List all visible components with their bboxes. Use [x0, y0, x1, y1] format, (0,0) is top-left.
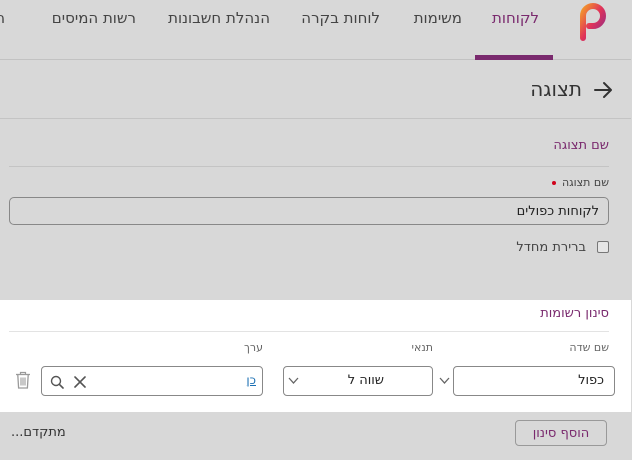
close-icon[interactable]: [75, 376, 87, 388]
advanced-link[interactable]: מתקדם...: [12, 425, 67, 440]
condition-select[interactable]: שווה ל: [284, 366, 434, 396]
chevron-down-icon: [440, 377, 451, 384]
view-name-label: שם תצוגה: [552, 176, 610, 189]
add-filter-button[interactable]: הוסף סינון: [516, 420, 608, 446]
nav-item-tax-authority[interactable]: רשות המיסים: [53, 0, 137, 60]
default-checkbox[interactable]: [598, 241, 610, 253]
page-title: תצוגה: [531, 77, 583, 101]
default-checkbox-label: ברירת מחדל: [517, 240, 587, 255]
condition-select-value: שווה ל: [348, 373, 385, 388]
value-column-label: ערך: [244, 341, 264, 354]
section-divider: [10, 166, 610, 167]
active-tab-indicator: [476, 55, 554, 60]
nav-item-tasks[interactable]: משימות: [415, 0, 463, 60]
value-link[interactable]: כן: [247, 373, 257, 387]
p-logo-icon[interactable]: [577, 2, 611, 42]
field-select[interactable]: כפול: [440, 366, 616, 396]
page-header: תצוגה: [0, 61, 632, 119]
arrow-right-icon[interactable]: [592, 80, 616, 100]
filter-panel: סינון רשומות שם שדה תנאי ערך כפול שווה ל…: [0, 300, 632, 412]
required-indicator: [552, 181, 557, 185]
condition-column-label: תנאי: [412, 341, 434, 354]
nav-item-customers[interactable]: לקוחות: [493, 0, 540, 60]
filter-divider: [10, 331, 610, 332]
top-navigation: לקוחות משימות לוחות בקרה הנהלת חשבונות ר…: [0, 0, 632, 60]
trash-icon[interactable]: [16, 371, 32, 389]
view-name-input[interactable]: [10, 197, 610, 225]
field-select-value: כפול: [579, 373, 605, 388]
search-icon[interactable]: [51, 375, 65, 389]
view-name-label-text: שם תצוגה: [562, 176, 610, 189]
nav-item-dashboards[interactable]: לוחות בקרה: [302, 0, 381, 60]
nav-item-overflow[interactable]: ה: [0, 0, 6, 60]
value-input[interactable]: כן: [42, 366, 264, 396]
chevron-down-icon: [289, 377, 300, 384]
view-name-section-title: שם תצוגה: [554, 138, 610, 153]
filter-section-title: סינון רשומות: [541, 306, 610, 321]
field-column-label: שם שדה: [570, 341, 610, 354]
nav-item-accounting[interactable]: הנהלת חשבונות: [169, 0, 271, 60]
